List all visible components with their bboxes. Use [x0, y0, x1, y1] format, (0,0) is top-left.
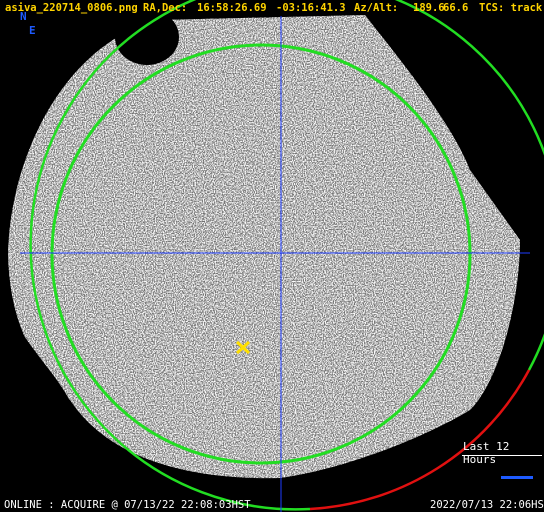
image-timestamp: 2022/07/13 22:06HST [430, 499, 544, 511]
trail-legend-bar [501, 476, 533, 479]
alt-value: 66.6 [443, 2, 469, 14]
trail-legend-underline [462, 455, 542, 456]
sky-texture [8, 15, 520, 479]
allsky-image [8, 0, 544, 512]
az-value: 189.6 [413, 2, 445, 14]
compass-north-label: N [20, 10, 27, 23]
ra-value: 16:58:26.69 [197, 2, 267, 14]
status-line: ONLINE : ACQUIRE @ 07/13/22 22:08:03HST [4, 499, 251, 511]
tcs-status: TCS: track [479, 2, 543, 14]
obstruction-blob [115, 9, 179, 65]
allsky-viewer: asiva_220714_0806.png RA,Dec: 16:58:26.6… [0, 0, 544, 512]
radec-label: RA,Dec: [143, 2, 188, 14]
compass-east-label: E [29, 24, 36, 37]
trail-legend-label: Last 12 Hours [463, 440, 510, 466]
dec-value: -03:16:41.3 [276, 2, 346, 14]
azalt-label: Az/Alt: [354, 2, 399, 14]
